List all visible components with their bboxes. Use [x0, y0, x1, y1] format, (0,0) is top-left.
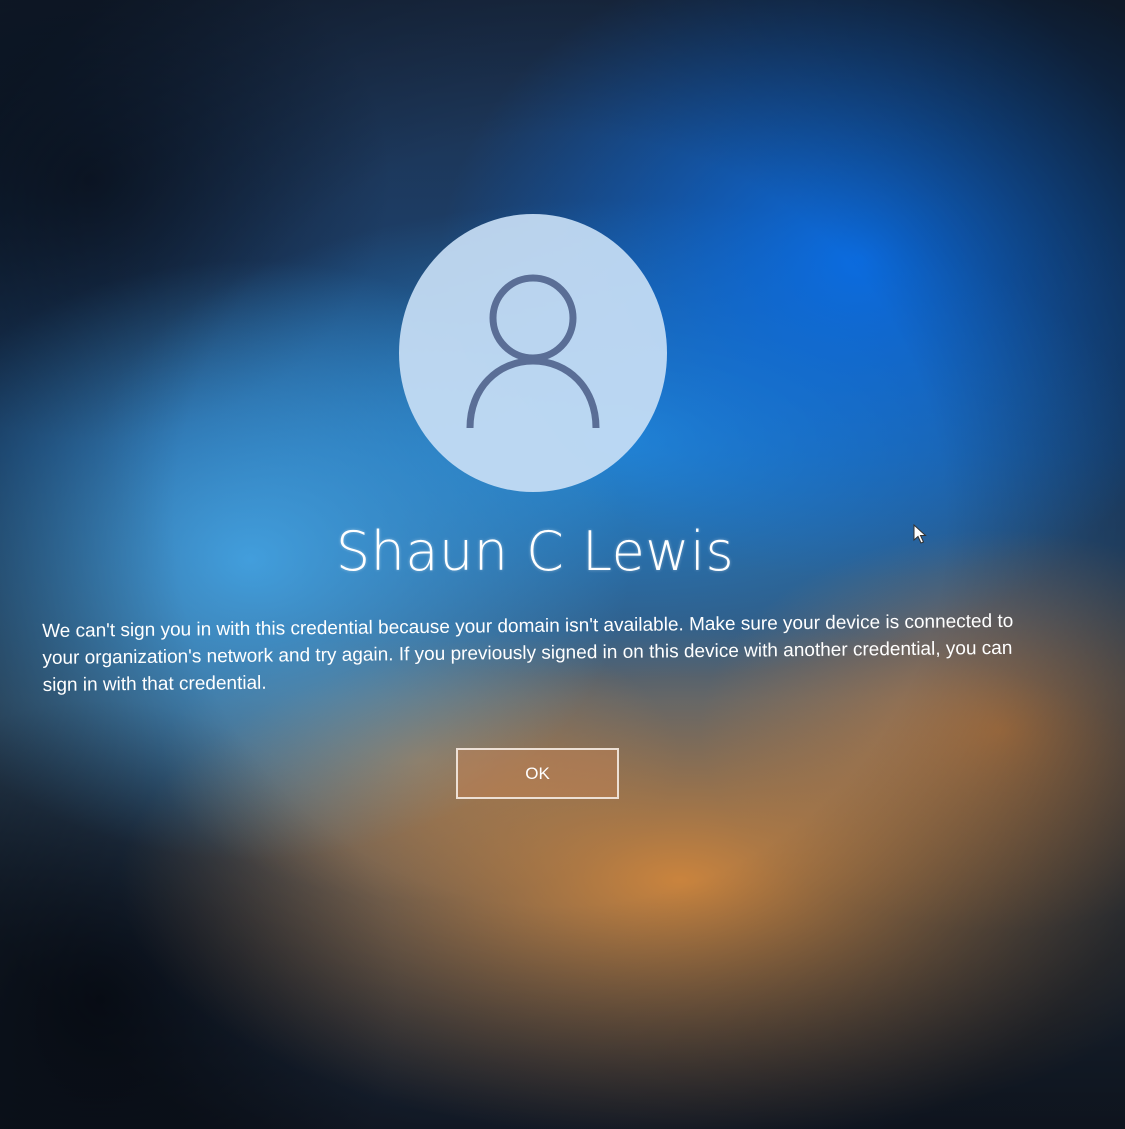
user-avatar — [399, 214, 667, 492]
user-silhouette-icon — [466, 274, 600, 429]
sign-in-error-message: We can't sign you in with this credentia… — [42, 610, 1014, 696]
user-name: Shaun C Lewis — [335, 520, 735, 583]
mouse-cursor-icon — [913, 524, 927, 544]
ok-button[interactable]: OK — [456, 748, 619, 799]
